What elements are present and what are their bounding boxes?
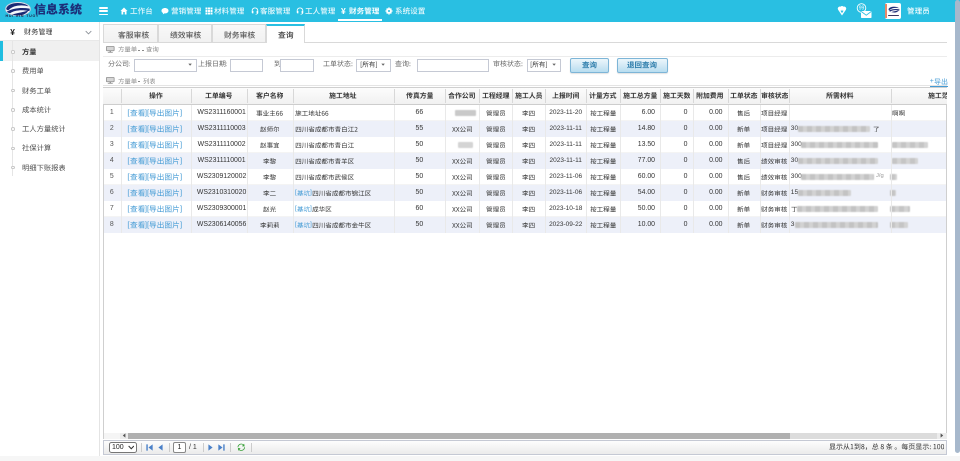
svg-text:99: 99 bbox=[859, 6, 865, 12]
